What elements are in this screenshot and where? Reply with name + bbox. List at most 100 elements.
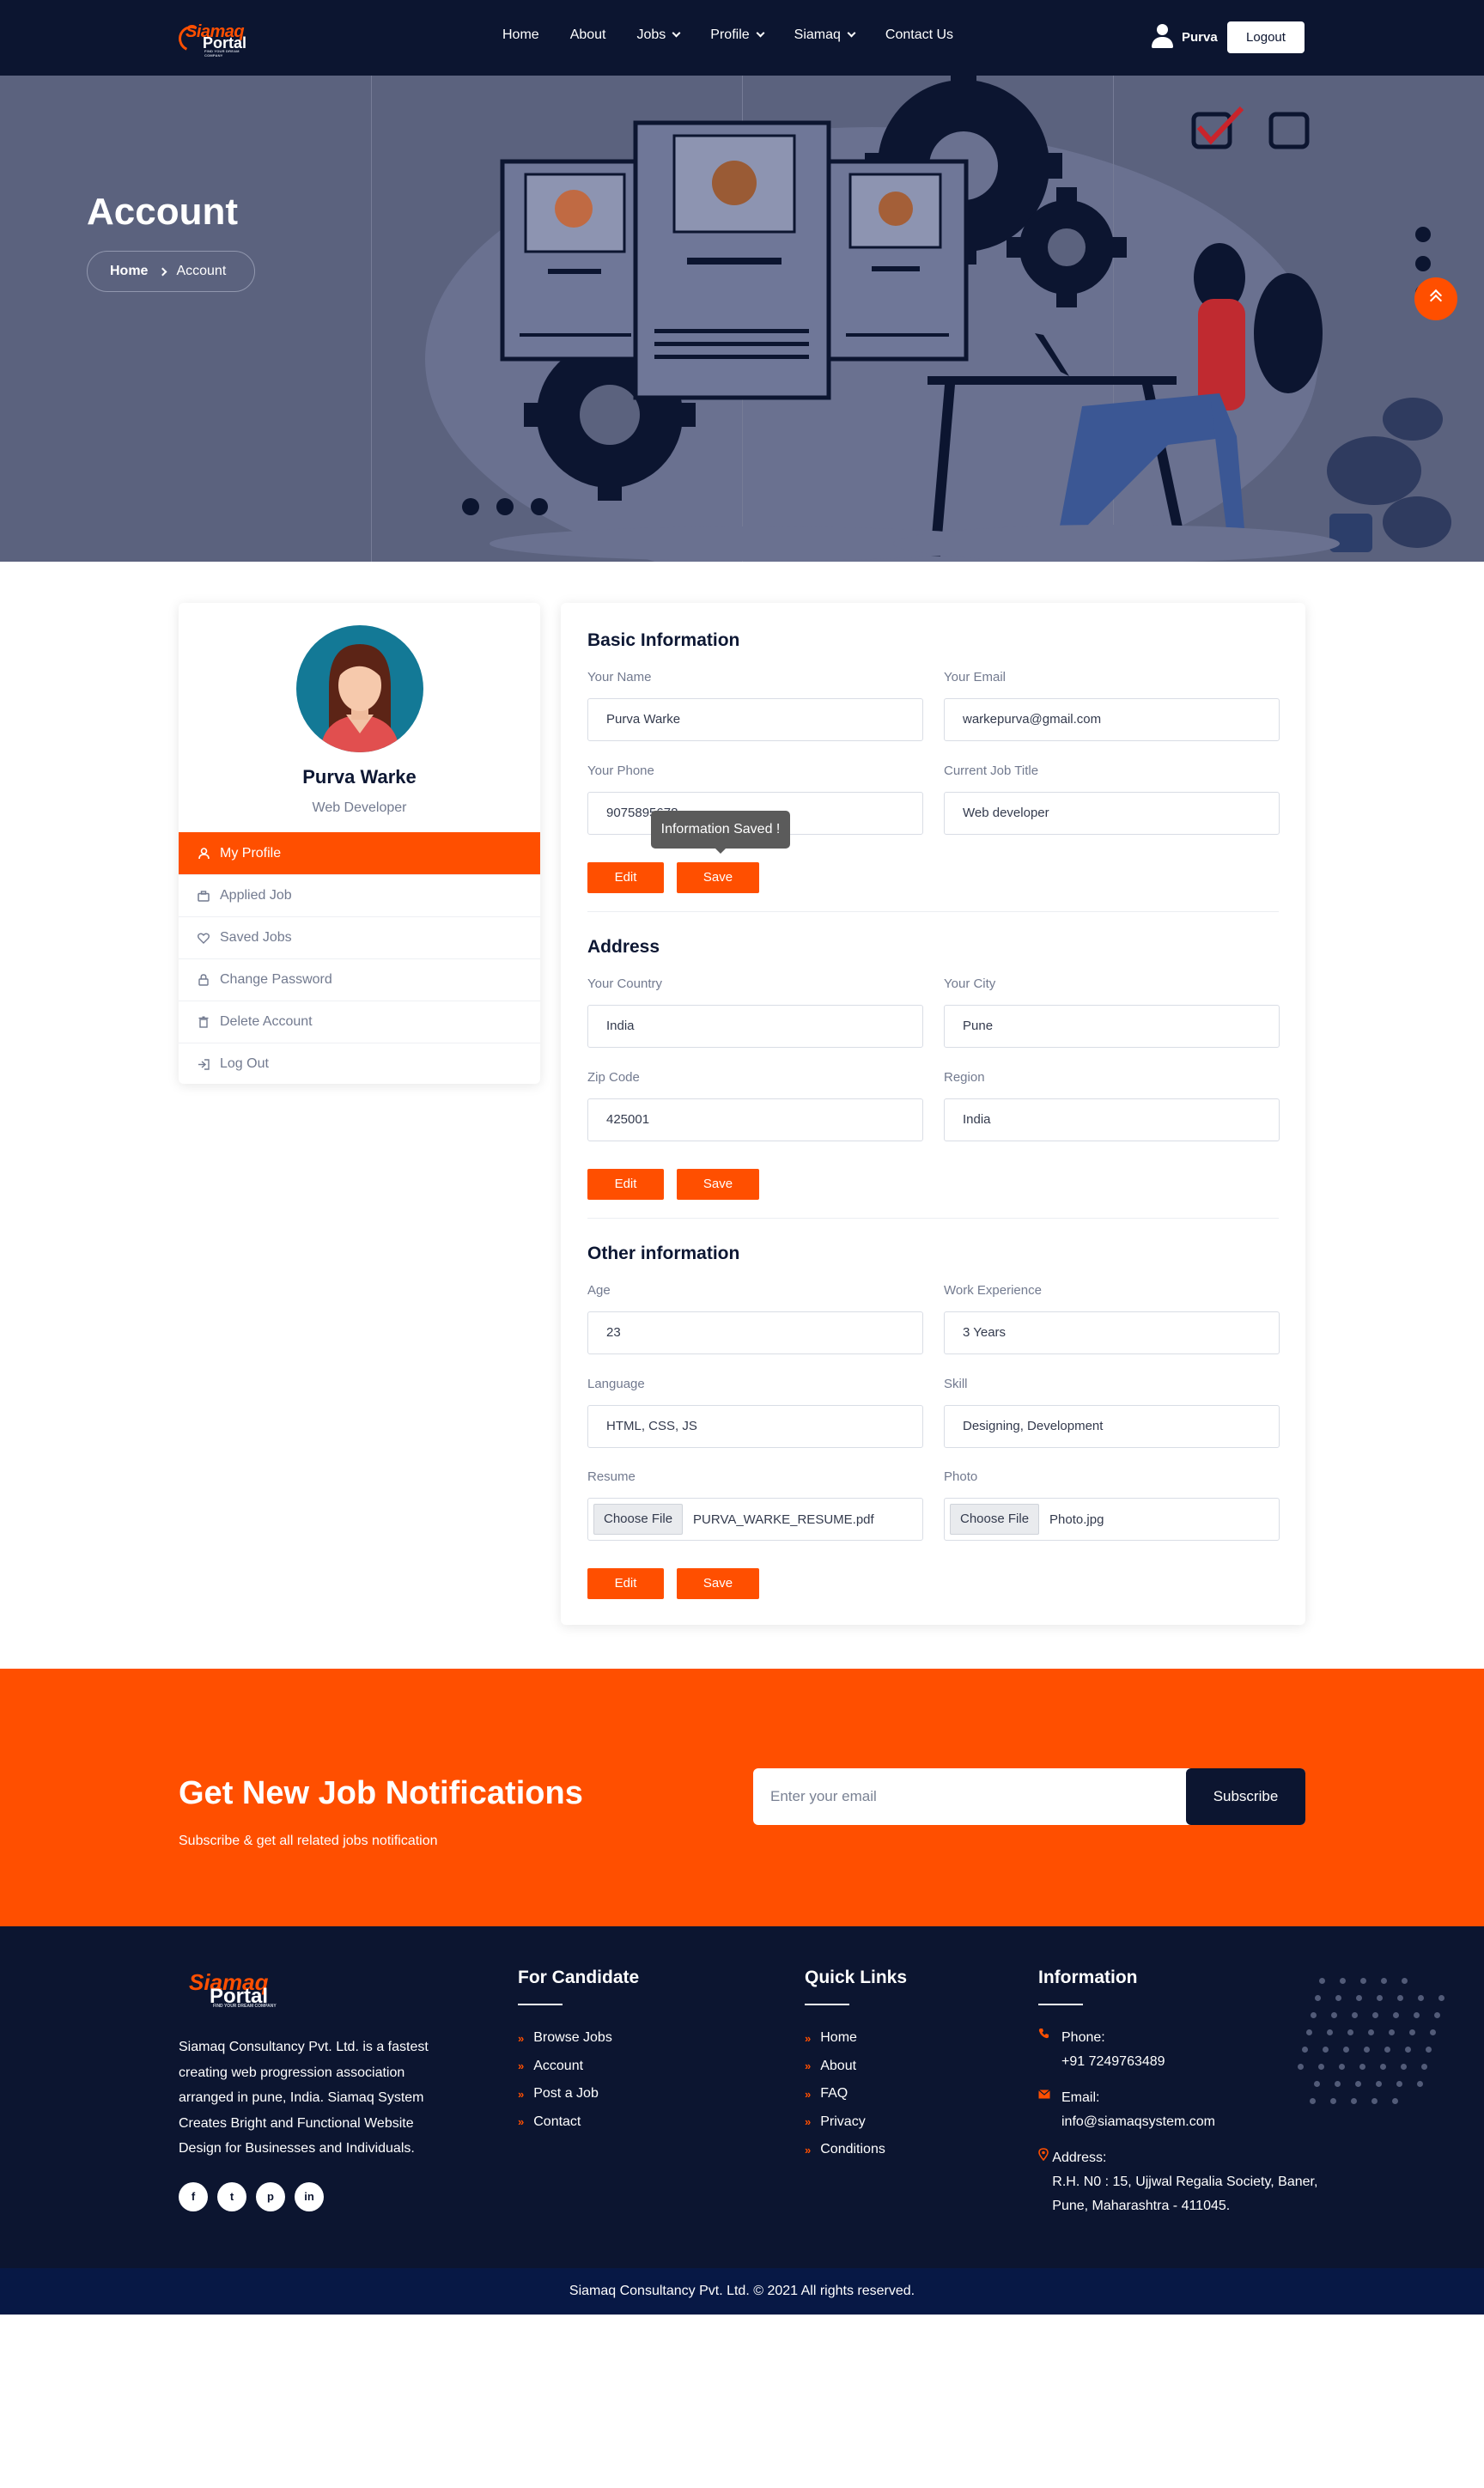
age-field[interactable]: 23 bbox=[587, 1311, 923, 1354]
hero-banner: Account Home Account bbox=[0, 76, 1484, 562]
phone-icon bbox=[1038, 2026, 1061, 2074]
linkedin-icon[interactable]: in bbox=[295, 2182, 324, 2211]
country-field[interactable]: India bbox=[587, 1005, 923, 1048]
saved-tooltip: Information Saved ! bbox=[651, 811, 790, 854]
newsletter-form: Enter your email Subscribe bbox=[753, 1768, 1305, 1825]
nav-jobs[interactable]: Jobs bbox=[637, 27, 681, 43]
nav-home[interactable]: Home bbox=[502, 27, 539, 43]
footer-link-conditions[interactable]: » Conditions bbox=[805, 2136, 885, 2164]
pattern-dot bbox=[1392, 2098, 1398, 2104]
resume-file-input: Choose File PURVA_WARKE_RESUME.pdf bbox=[587, 1498, 923, 1541]
footer-link-faq[interactable]: » FAQ bbox=[805, 2080, 885, 2108]
address-save-button[interactable]: Save bbox=[677, 1169, 759, 1200]
section-divider bbox=[587, 1218, 1279, 1219]
heart-icon bbox=[196, 931, 211, 945]
logo-tagline: FIND YOUR DREAM COMPANY bbox=[204, 49, 240, 58]
profile-role: Web Developer bbox=[312, 800, 407, 815]
footer-link-label: Home bbox=[820, 2030, 857, 2046]
nav-profile[interactable]: Profile bbox=[710, 27, 765, 43]
sidebar-item-change-password[interactable]: Change Password bbox=[179, 958, 540, 1001]
footer-link-contact[interactable]: » Contact bbox=[518, 2108, 612, 2137]
nav-siamaq-label: Siamaq bbox=[794, 27, 841, 42]
zip-field[interactable]: 425001 bbox=[587, 1098, 923, 1141]
footer-link-label: Contact bbox=[533, 2114, 581, 2129]
profile-menu: My Profile Applied Job Saved Jobs Change… bbox=[179, 832, 540, 1085]
double-chevron-right-icon: » bbox=[805, 2115, 812, 2129]
language-field[interactable]: HTML, CSS, JS bbox=[587, 1405, 923, 1448]
other-save-button[interactable]: Save bbox=[677, 1568, 759, 1599]
pattern-dot bbox=[1377, 1995, 1383, 2001]
resume-choose-file-button[interactable]: Choose File bbox=[593, 1504, 684, 1535]
site-logo[interactable]: Siamaq Portal FIND YOUR DREAM COMPANY bbox=[174, 21, 256, 58]
language-label: Language bbox=[587, 1377, 645, 1391]
newsletter-email-input[interactable]: Enter your email bbox=[770, 1768, 877, 1825]
pattern-dot bbox=[1347, 2029, 1353, 2035]
pattern-dot bbox=[1314, 2081, 1320, 2087]
sidebar-item-my-profile[interactable]: My Profile bbox=[179, 832, 540, 874]
address-label: Address: bbox=[1052, 2150, 1107, 2165]
main-menu: Home About Jobs Profile Siamaq Contact U… bbox=[502, 27, 984, 43]
footer-link-label: About bbox=[820, 2058, 857, 2073]
basic-edit-button[interactable]: Edit bbox=[587, 862, 664, 893]
footer-link-privacy[interactable]: » Privacy bbox=[805, 2108, 885, 2137]
phone-value[interactable]: +91 7249763489 bbox=[1061, 2050, 1165, 2074]
footer-link-account[interactable]: » Account bbox=[518, 2053, 612, 2081]
other-edit-button[interactable]: Edit bbox=[587, 1568, 664, 1599]
basic-save-button[interactable]: Save bbox=[677, 862, 759, 893]
photo-choose-file-button[interactable]: Choose File bbox=[950, 1504, 1040, 1535]
nav-about[interactable]: About bbox=[570, 27, 606, 43]
pattern-dot bbox=[1355, 2081, 1361, 2087]
sidebar-item-delete-account[interactable]: Delete Account bbox=[179, 1001, 540, 1043]
chevron-down-icon bbox=[672, 28, 681, 38]
footer-link-browse-jobs[interactable]: » Browse Jobs bbox=[518, 2024, 612, 2053]
experience-field[interactable]: 3 Years bbox=[944, 1311, 1280, 1354]
breadcrumb-home[interactable]: Home bbox=[110, 264, 148, 279]
photo-file-input: Choose File Photo.jpg bbox=[944, 1498, 1280, 1541]
logout-icon bbox=[196, 1057, 211, 1071]
double-chevron-right-icon: » bbox=[518, 2031, 525, 2045]
footer-dot-pattern bbox=[1298, 1978, 1447, 2115]
nav-home-label: Home bbox=[502, 27, 539, 42]
subscribe-button[interactable]: Subscribe bbox=[1186, 1768, 1305, 1825]
username: Purva bbox=[1182, 29, 1218, 45]
facebook-icon[interactable]: f bbox=[179, 2182, 208, 2211]
job-title-field[interactable]: Web developer bbox=[944, 792, 1280, 835]
account-form-card: Basic Information Your Name Purva Warke … bbox=[561, 603, 1305, 1625]
region-field[interactable]: India bbox=[944, 1098, 1280, 1141]
section-title-address: Address bbox=[587, 937, 660, 957]
footer-link-home[interactable]: » Home bbox=[805, 2024, 885, 2053]
sidebar-item-saved-jobs[interactable]: Saved Jobs bbox=[179, 916, 540, 958]
skill-field[interactable]: Designing, Development bbox=[944, 1405, 1280, 1448]
pattern-dot bbox=[1327, 2029, 1333, 2035]
pattern-dot bbox=[1438, 1995, 1444, 2001]
footer-link-about[interactable]: » About bbox=[805, 2053, 885, 2081]
footer-link-label: FAQ bbox=[820, 2086, 848, 2102]
city-field[interactable]: Pune bbox=[944, 1005, 1280, 1048]
site-footer: Siamaq Portal FIND YOUR DREAM COMPANY Si… bbox=[0, 1926, 1484, 2268]
footer-candidate-links: » Browse Jobs » Account » Post a Job » Conta… bbox=[518, 2024, 612, 2136]
twitter-icon[interactable]: t bbox=[217, 2182, 246, 2211]
footer-link-label: Conditions bbox=[820, 2142, 885, 2157]
nav-contact[interactable]: Contact Us bbox=[885, 27, 953, 43]
scroll-to-top-button[interactable] bbox=[1414, 277, 1457, 320]
hero-decor-dot bbox=[1415, 227, 1431, 242]
name-field[interactable]: Purva Warke bbox=[587, 698, 923, 741]
footer-title-underline bbox=[1038, 2004, 1083, 2005]
chevron-down-icon bbox=[756, 28, 765, 38]
email-field[interactable]: warkepurva@gmail.com bbox=[944, 698, 1280, 741]
sidebar-item-applied-job[interactable]: Applied Job bbox=[179, 874, 540, 916]
email-value[interactable]: info@siamaqsystem.com bbox=[1061, 2110, 1215, 2134]
top-navbar: Siamaq Portal FIND YOUR DREAM COMPANY Ho… bbox=[0, 0, 1484, 76]
footer-about-text: Siamaq Consultancy Pvt. Ltd. is a fastes… bbox=[179, 2040, 429, 2156]
pattern-dot bbox=[1389, 2029, 1395, 2035]
footer-logo[interactable]: Siamaq Portal FIND YOUR DREAM COMPANY bbox=[179, 1969, 290, 2009]
pinterest-icon[interactable]: p bbox=[256, 2182, 285, 2211]
address-edit-button[interactable]: Edit bbox=[587, 1169, 664, 1200]
nav-contact-label: Contact Us bbox=[885, 27, 954, 42]
footer-link-post-job[interactable]: » Post a Job bbox=[518, 2080, 612, 2108]
logout-button[interactable]: Logout bbox=[1227, 21, 1305, 53]
pattern-dot bbox=[1430, 2029, 1436, 2035]
user-menu[interactable]: Purva bbox=[1151, 24, 1218, 50]
sidebar-item-log-out[interactable]: Log Out bbox=[179, 1043, 540, 1085]
nav-siamaq[interactable]: Siamaq bbox=[794, 27, 856, 43]
